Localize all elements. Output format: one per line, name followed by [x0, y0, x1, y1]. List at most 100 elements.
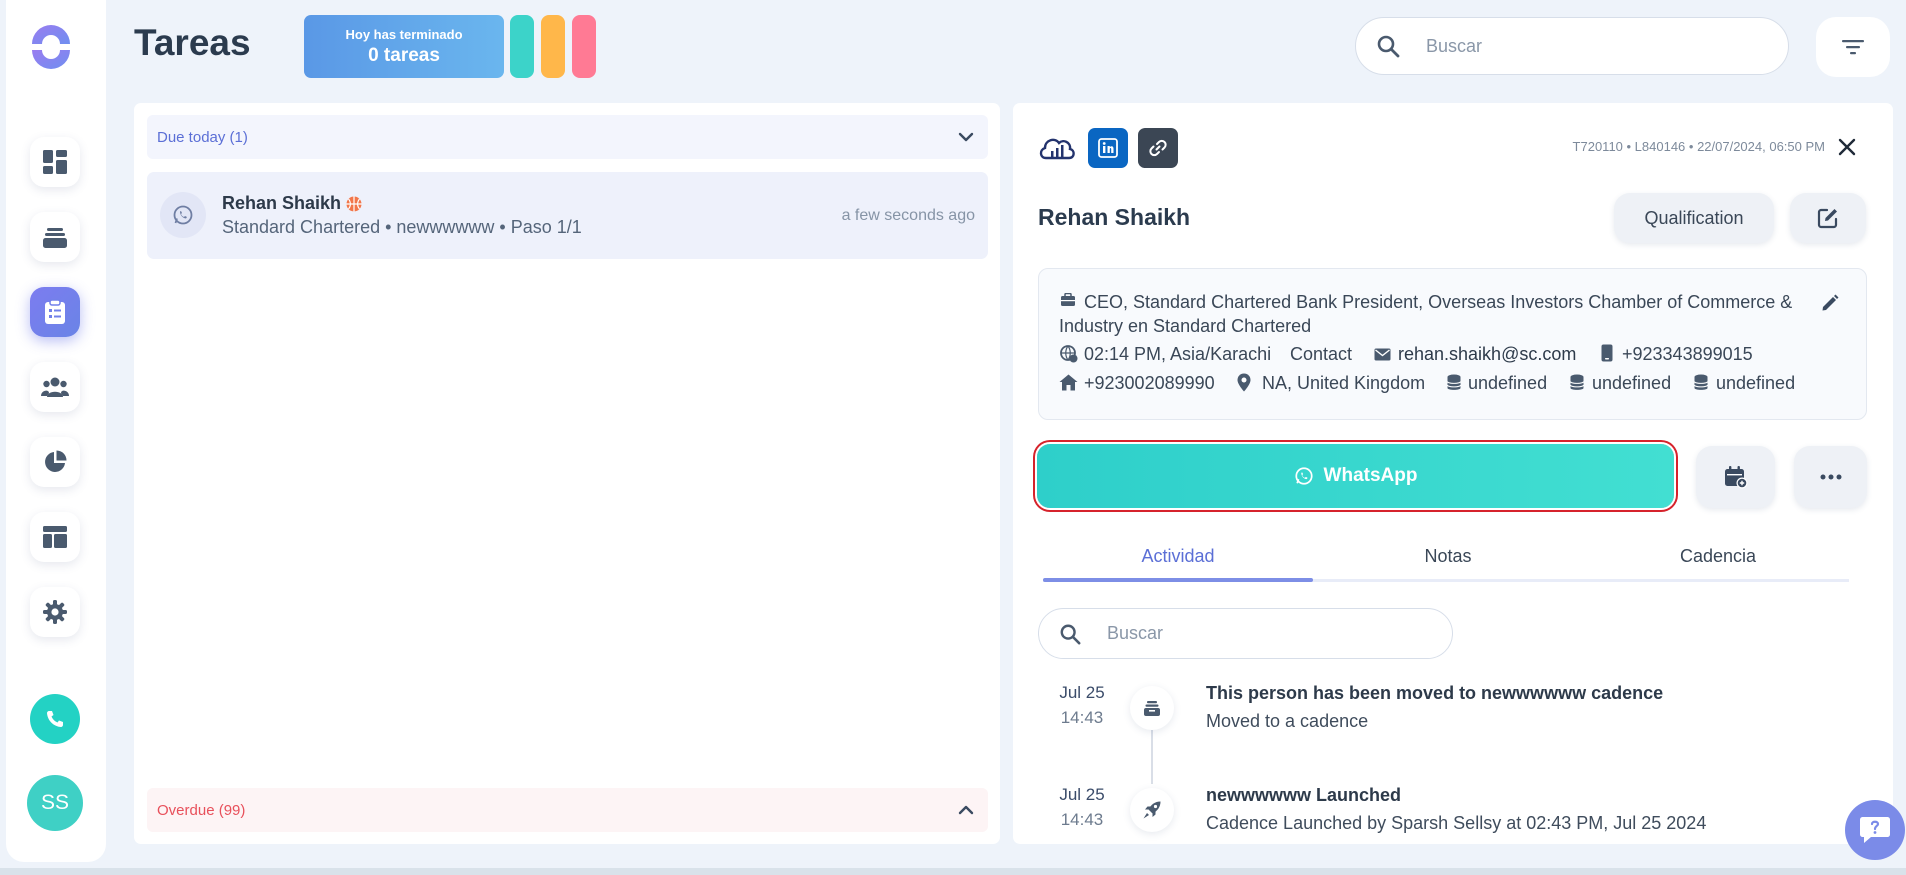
nav-reports[interactable] [30, 437, 80, 487]
more-options-button[interactable] [1794, 446, 1867, 508]
extra-field-2: undefined [1592, 373, 1672, 393]
event-subtitle: Moved to a cadence [1206, 711, 1369, 731]
rocket-icon [1142, 800, 1162, 820]
location-pin-icon [1237, 373, 1251, 392]
globe-clock-icon [1060, 345, 1078, 363]
nav-settings[interactable] [30, 587, 80, 637]
cloud-signal-icon [1037, 132, 1077, 162]
envelope-icon [1374, 348, 1391, 361]
close-icon[interactable] [1838, 138, 1856, 156]
call-button[interactable] [30, 694, 80, 744]
edit-button[interactable] [1790, 193, 1866, 243]
link-button[interactable] [1138, 128, 1178, 168]
whatsapp-label: WhatsApp [1323, 465, 1418, 486]
local-time: 02:14 PM, Asia/Karachi [1084, 344, 1272, 364]
dashboard-icon [42, 149, 68, 175]
event-title: This person has been moved to newwwwww c… [1206, 683, 1664, 703]
due-today-section[interactable]: Due today (1) [147, 115, 988, 159]
chat-question-icon [1859, 815, 1891, 845]
tab-notas[interactable]: Notas [1313, 546, 1583, 582]
overdue-section[interactable]: Overdue (99) [147, 788, 988, 832]
nav-dashboard[interactable] [30, 137, 80, 187]
calendar-add-icon [1724, 465, 1748, 489]
nav-tasks[interactable] [30, 287, 80, 337]
timeline-event-icon [1130, 686, 1174, 730]
search-input[interactable] [1424, 34, 1768, 58]
inbox-stack-icon [42, 224, 68, 250]
extra-field-3: undefined [1716, 373, 1796, 393]
filter-icon [1841, 38, 1865, 56]
event-time: 14:43 [1060, 708, 1104, 727]
event-time: 14:43 [1060, 810, 1104, 829]
job-title: CEO, Standard Chartered Bank President, … [1059, 292, 1793, 336]
finished-tasks-card: Hoy has terminado 0 tareas [304, 15, 504, 78]
timeline-event-icon [1130, 788, 1174, 832]
gear-icon [42, 599, 68, 625]
edit-icon [1817, 207, 1839, 229]
mobile-icon [1601, 344, 1613, 362]
more-horizontal-icon [1820, 474, 1842, 480]
whatsapp-task-icon [160, 192, 206, 238]
nav-inbox[interactable] [30, 212, 80, 262]
activity-search-bar [1038, 608, 1453, 659]
whatsapp-button[interactable]: WhatsApp [1037, 444, 1674, 508]
task-meta: T720110 • L840146 • 22/07/2024, 06:50 PM [1572, 139, 1825, 154]
database-icon [1694, 374, 1708, 391]
tab-cadencia[interactable]: Cadencia [1583, 546, 1853, 582]
due-today-label: Due today (1) [157, 128, 248, 146]
event-date: Jul 25 [1059, 683, 1105, 702]
cadence-inbox-icon [1143, 699, 1161, 717]
location: NA, United Kingdom [1262, 373, 1426, 393]
nav-contacts[interactable] [30, 362, 80, 412]
basketball-icon [345, 195, 363, 213]
users-icon [41, 376, 69, 398]
status-pill-orange[interactable] [541, 15, 565, 78]
timeline-connector [1151, 730, 1153, 784]
schedule-button[interactable] [1696, 446, 1775, 508]
linkedin-button[interactable] [1088, 128, 1128, 168]
bottom-strip [0, 868, 1906, 875]
finished-count: 0 tareas [368, 45, 440, 66]
linkedin-icon [1098, 138, 1118, 158]
chevron-down-icon[interactable] [958, 132, 974, 142]
layout-icon [42, 525, 68, 549]
search-icon [1376, 34, 1400, 58]
help-chat-button[interactable] [1845, 800, 1905, 860]
event-title: newwwwww Launched [1206, 785, 1402, 805]
app-logo[interactable] [26, 22, 76, 72]
status-pill-pink[interactable] [572, 15, 596, 78]
search-icon [1059, 623, 1081, 645]
search-bar [1355, 17, 1789, 75]
email-link[interactable]: rehan.shaikh@sc.com [1398, 344, 1576, 365]
status-pill-teal[interactable] [510, 15, 534, 78]
extra-field-1: undefined [1468, 373, 1548, 393]
home-icon [1059, 374, 1078, 391]
contact-name: Rehan Shaikh [1038, 204, 1191, 230]
activity-search-input[interactable] [1105, 622, 1409, 645]
finished-label: Hoy has terminado [345, 27, 463, 42]
task-contact-name[interactable]: Rehan Shaikh [222, 193, 341, 214]
task-timestamp: a few seconds ago [841, 207, 975, 224]
pie-chart-icon [43, 450, 67, 474]
filter-button[interactable] [1816, 17, 1890, 77]
qualification-button[interactable]: Qualification [1614, 193, 1774, 243]
link-icon [1148, 138, 1168, 158]
crm-cloud-button[interactable] [1037, 127, 1077, 167]
chevron-up-icon[interactable] [958, 805, 974, 815]
avatar[interactable]: SS [27, 775, 83, 831]
database-icon [1447, 374, 1461, 391]
page-title: Tareas [134, 22, 251, 63]
phone-icon [45, 709, 65, 729]
database-icon [1570, 374, 1584, 391]
overdue-label: Overdue (99) [157, 801, 246, 819]
nav-templates[interactable] [30, 512, 80, 562]
pencil-icon[interactable] [1820, 293, 1840, 313]
tab-actividad[interactable]: Actividad [1043, 546, 1313, 582]
task-subtitle: Standard Chartered • newwwwww • Paso 1/1 [222, 217, 582, 237]
mobile-number[interactable]: +923343899015 [1622, 344, 1753, 365]
event-date: Jul 25 [1059, 785, 1105, 804]
whatsapp-icon [1294, 466, 1314, 486]
phone-number[interactable]: +923002089990 [1084, 373, 1215, 394]
contact-type: Contact [1290, 344, 1353, 364]
clipboard-tasks-icon [43, 299, 67, 325]
